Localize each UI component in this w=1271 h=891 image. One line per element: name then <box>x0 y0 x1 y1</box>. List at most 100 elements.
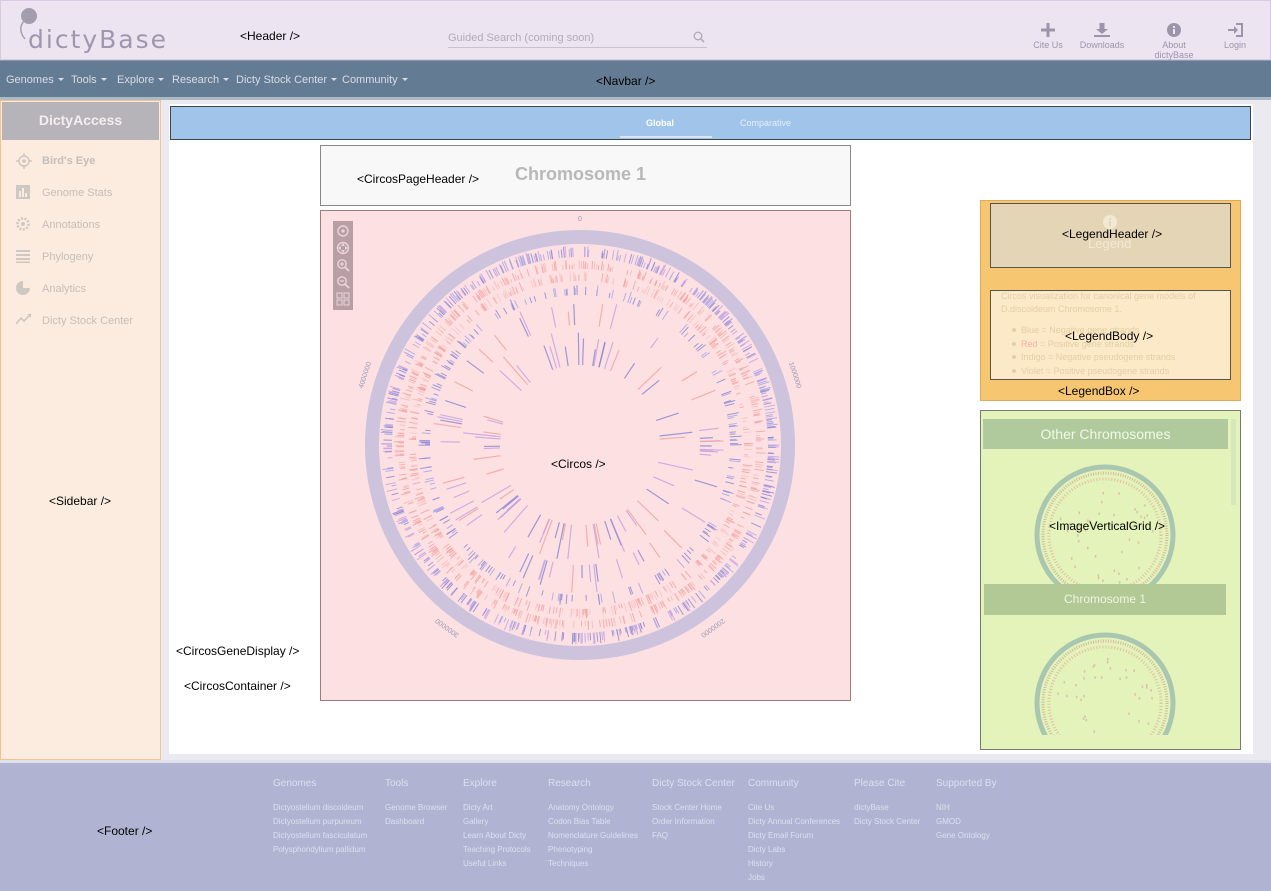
footer-link[interactable]: Jobs <box>748 873 765 882</box>
footer-link[interactable]: Phenotyping <box>548 845 592 854</box>
footer-link[interactable]: Polysphondylium pallidum <box>273 845 366 854</box>
footer-link[interactable]: Stock Center Home <box>652 803 722 812</box>
nav-tools[interactable]: Tools <box>71 74 107 86</box>
footer: Genomes Dictyostelium discoideum Dictyoste… <box>0 760 1271 891</box>
gene-mark <box>730 509 735 513</box>
sidebar-item-dicty-stock-center[interactable]: Dicty Stock Center <box>16 313 161 331</box>
footer-link[interactable]: Dicty Art <box>463 803 493 812</box>
gene-mark <box>723 545 731 551</box>
footer-link[interactable]: Teaching Protocols <box>463 845 531 854</box>
gene-mark <box>463 543 468 548</box>
gene-mark <box>611 249 615 260</box>
gene-mark <box>461 301 469 310</box>
footer-link[interactable]: History <box>748 859 773 868</box>
tab-comparative[interactable]: Comparative <box>740 118 791 128</box>
sidebar-item-birds-eye[interactable]: Bird's Eye <box>16 153 156 171</box>
gene-mark <box>728 513 734 516</box>
search-input[interactable]: Guided Search (coming soon) <box>448 29 707 48</box>
gene-mark <box>727 540 732 544</box>
scrollbar[interactable] <box>1231 419 1236 505</box>
legend-color-word: Red <box>1021 339 1038 349</box>
footer-link[interactable]: Nomenclature Guidelines <box>548 831 638 840</box>
gene-mark <box>699 440 724 443</box>
nav-research[interactable]: Research <box>172 74 229 86</box>
gene-mark <box>567 524 573 560</box>
fullscreen-icon[interactable] <box>336 292 350 306</box>
downloads-button[interactable]: Downloads <box>1072 23 1132 50</box>
chromosome-thumbnail[interactable] <box>1034 632 1176 735</box>
nav-explore[interactable]: Explore <box>117 74 164 86</box>
tab-global[interactable]: Global <box>646 118 674 128</box>
footer-link[interactable]: FAQ <box>652 831 668 840</box>
footer-link[interactable]: Dictyostelium discoideum <box>273 803 363 812</box>
gene-mark <box>567 311 571 326</box>
gene-mark <box>729 460 741 463</box>
gene-mark <box>603 341 614 370</box>
about-button[interactable]: About dictyBase <box>1144 23 1204 60</box>
login-label: Login <box>1223 40 1247 50</box>
gene-mark <box>729 431 736 433</box>
list-icon <box>16 250 30 263</box>
nav-dicty-stock-center[interactable]: Dicty Stock Center <box>236 74 337 86</box>
legend-color-word: Blue <box>1021 325 1040 335</box>
footer-link[interactable]: Dashboard <box>385 817 424 826</box>
footer-link[interactable]: Anatomy Ontology <box>548 803 614 812</box>
footer-link[interactable]: Dictyostelium fasciculatum <box>273 831 367 840</box>
gene-mark <box>609 518 622 546</box>
gene-mark <box>518 282 524 292</box>
footer-link[interactable]: GMOD <box>936 817 961 826</box>
gene-mark <box>474 436 501 440</box>
gene-mark <box>729 435 742 438</box>
cite-us-button[interactable]: Cite Us <box>1018 23 1078 50</box>
search-icon[interactable] <box>693 31 705 43</box>
footer-link[interactable]: Dicty Annual Conferences <box>748 817 840 826</box>
gene-mark <box>751 405 759 408</box>
gene-mark <box>750 489 755 492</box>
footer-link[interactable]: dictyBase <box>854 803 889 812</box>
nav-community[interactable]: Community <box>342 74 408 86</box>
sidebar-item-genome-stats[interactable]: Genome Stats <box>16 185 156 203</box>
footer-link[interactable]: Techniques <box>548 859 588 868</box>
gene-mark <box>431 336 439 342</box>
footer-link[interactable]: Genome Browser <box>385 803 447 812</box>
pan-icon[interactable] <box>336 241 350 255</box>
footer-link[interactable]: Gene Ontology <box>936 831 990 840</box>
chromosome-thumbnail-label[interactable]: Chromosome 1 <box>984 584 1226 615</box>
footer-link[interactable]: Useful Links <box>463 859 507 868</box>
nav-genomes[interactable]: Genomes <box>6 74 64 86</box>
footer-column-title: Supported By <box>936 778 997 789</box>
gene-mark <box>537 251 541 262</box>
gene-mark <box>727 417 734 420</box>
gene-mark <box>742 511 752 516</box>
gene-mark <box>623 602 628 612</box>
sidebar-item-phylogeny[interactable]: Phylogeny <box>16 249 156 267</box>
gene-mark <box>582 338 585 366</box>
zoom-in-icon[interactable] <box>336 258 350 272</box>
circos-plot[interactable]: 01000000200000030000004000000 <box>320 210 851 701</box>
sidebar-item-analytics[interactable]: Analytics <box>16 281 156 299</box>
zoom-out-icon[interactable] <box>336 275 350 289</box>
footer-link[interactable]: Order Information <box>652 817 715 826</box>
footer-link[interactable]: Learn About Dicty <box>463 831 526 840</box>
gene-mark <box>707 547 717 555</box>
footer-link[interactable]: Dicty Labs <box>748 845 785 854</box>
logo[interactable]: dictyBase <box>28 25 168 54</box>
gene-mark <box>767 455 780 458</box>
sidebar-item-annotations[interactable]: Annotations <box>16 217 156 235</box>
chromosome-thumbnail[interactable] <box>1034 464 1176 606</box>
gene-mark <box>719 332 728 339</box>
login-button[interactable]: Login <box>1205 23 1265 50</box>
legend-color-word: Indigo <box>1021 352 1046 362</box>
footer-link[interactable]: Dicty Email Forum <box>748 831 813 840</box>
footer-link[interactable]: Cite Us <box>748 803 774 812</box>
footer-link[interactable]: Gallery <box>463 817 488 826</box>
reset-icon[interactable] <box>336 224 350 238</box>
gene-mark <box>738 403 744 406</box>
gene-mark <box>542 617 545 625</box>
legend-header-component-label: <LegendHeader /> <box>1062 227 1163 241</box>
footer-link[interactable]: Dictyostelium purpureum <box>273 817 361 826</box>
footer-link[interactable]: Codon Bias Table <box>548 817 611 826</box>
footer-link[interactable]: Dicty Stock Center <box>854 817 920 826</box>
gene-mark <box>420 327 429 334</box>
footer-link[interactable]: NIH <box>936 803 950 812</box>
